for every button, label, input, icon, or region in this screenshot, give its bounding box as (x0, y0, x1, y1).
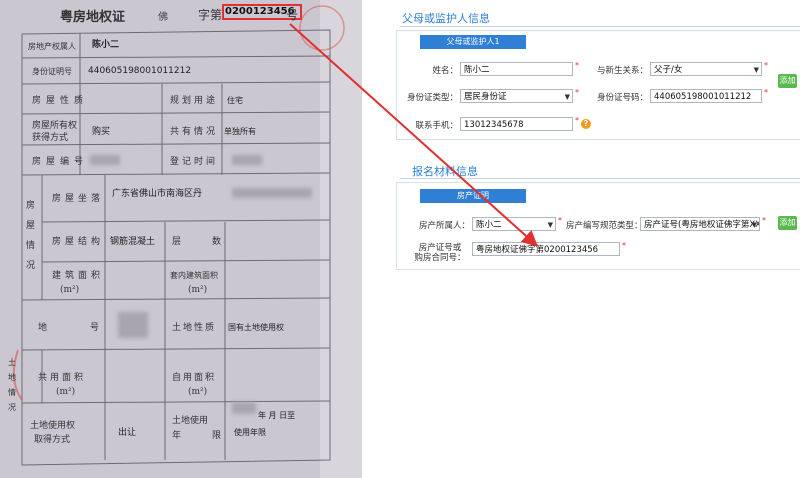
annotation-arrow (289, 23, 538, 247)
annotation-arrow-layer (289, 23, 538, 247)
